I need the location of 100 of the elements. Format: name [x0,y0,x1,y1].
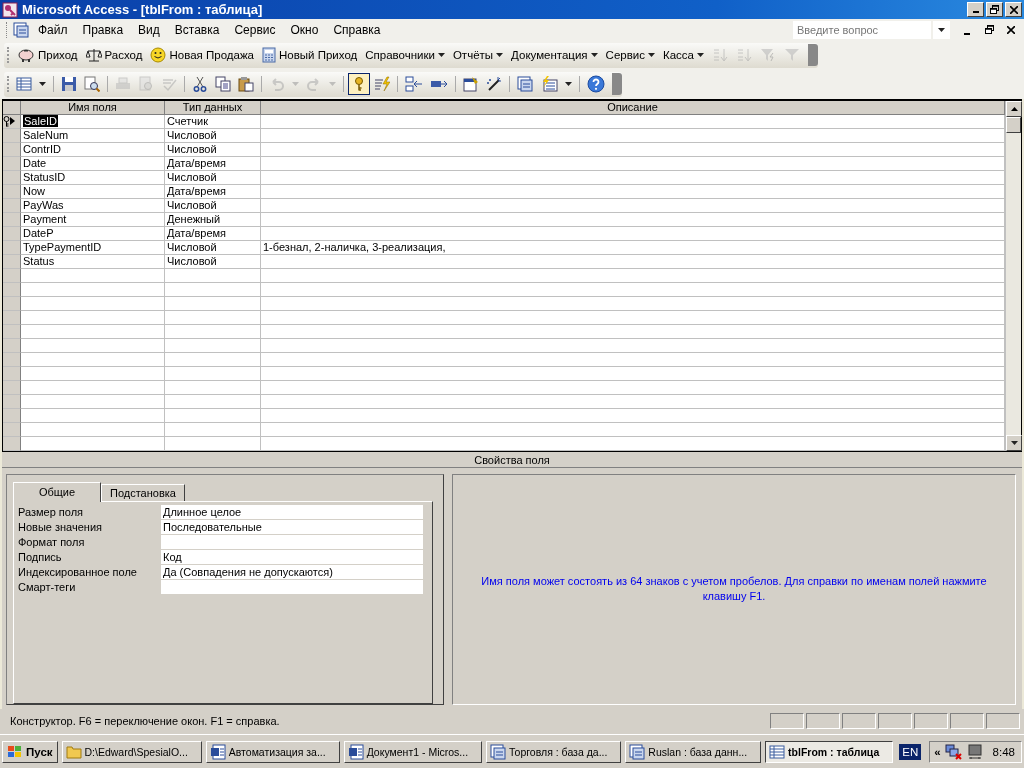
table-cell[interactable]: Числовой [165,170,261,185]
table-cell[interactable] [261,366,1005,381]
table-cell[interactable]: Числовой [165,128,261,143]
vertical-scrollbar[interactable] [1005,100,1021,451]
table-cell[interactable] [261,156,1005,171]
menu-item[interactable]: Справка [326,20,387,39]
table-cell[interactable]: PayWas [21,198,165,213]
table-cell[interactable]: Числовой [165,142,261,157]
table-cell[interactable] [21,436,165,451]
table-cell[interactable]: DateP [21,226,165,241]
taskbar-button[interactable]: Торговля : база да... [486,740,622,763]
taskbar-button[interactable]: tblFrom : таблица [765,740,894,763]
table-cell[interactable]: Числовой [165,240,261,255]
table-cell[interactable] [261,142,1005,157]
menu-item[interactable]: Правка [75,20,130,39]
menu-item[interactable]: Вставка [167,20,226,39]
table-cell[interactable] [261,380,1005,395]
table-cell[interactable] [21,394,165,409]
menu-item[interactable]: Сервис [227,20,282,39]
table-cell[interactable]: Счетчик [165,114,261,129]
table-cell[interactable] [165,324,261,339]
table-cell[interactable] [261,212,1005,227]
table-cell[interactable] [261,352,1005,367]
table-cell[interactable] [21,422,165,437]
table-cell[interactable] [165,408,261,423]
menu-item[interactable]: Вид [131,20,166,39]
table-cell[interactable] [261,128,1005,143]
property-value-field[interactable]: Длинное целое [161,504,423,520]
table-cell[interactable]: SaleID [21,114,165,129]
toolbar-menu[interactable]: Справочники [362,47,448,64]
table-cell[interactable] [261,114,1005,129]
table-cell[interactable] [165,380,261,395]
table-cell[interactable] [21,296,165,311]
table-cell[interactable]: TypePaymentID [21,240,165,255]
start-button[interactable]: Пуск [2,740,58,763]
table-cell[interactable] [165,366,261,381]
minimize-button[interactable] [967,2,984,18]
table-cell[interactable] [21,352,165,367]
taskbar-button[interactable]: Документ1 - Micros... [343,740,482,763]
table-cell[interactable] [165,422,261,437]
scroll-up-button[interactable] [1006,100,1022,117]
tray-expand-button[interactable]: « [934,745,941,758]
table-cell[interactable]: ContrID [21,142,165,157]
table-cell[interactable]: Денежный [165,212,261,227]
table-cell[interactable]: Числовой [165,198,261,213]
table-cell[interactable] [165,394,261,409]
table-cell[interactable] [165,436,261,451]
column-header[interactable]: Описание [261,100,1005,115]
taskbar-button[interactable]: Автоматизация за... [205,740,340,763]
table-cell[interactable] [261,422,1005,437]
toolbar-button[interactable] [348,73,370,96]
table-cell[interactable]: Status [21,254,165,269]
table-cell[interactable]: Payment [21,212,165,227]
table-cell[interactable] [165,268,261,283]
language-indicator[interactable]: EN [899,743,922,760]
table-cell[interactable]: Дата/время [165,184,261,199]
table-cell[interactable] [165,296,261,311]
table-cell[interactable] [21,268,165,283]
close-button[interactable] [1005,2,1022,18]
table-cell[interactable]: Дата/время [165,156,261,171]
taskbar-button[interactable]: Ruslan : база данн... [625,740,762,763]
table-cell[interactable]: SaleNum [21,128,165,143]
table-cell[interactable] [21,324,165,339]
table-cell[interactable]: Date [21,156,165,171]
help-search-field[interactable]: Введите вопрос [793,20,931,39]
table-cell[interactable] [165,338,261,353]
table-cell[interactable] [21,338,165,353]
table-cell[interactable] [21,408,165,423]
taskbar-button[interactable]: D:\Edward\SpesialO... [61,740,202,763]
toolbar-button[interactable]: Новая Продажа [147,45,257,66]
toolbar-menu[interactable]: Документация [508,47,601,64]
table-cell[interactable] [261,254,1005,269]
table-cell[interactable] [165,282,261,297]
table-cell[interactable] [261,324,1005,339]
tab[interactable]: Общие [13,481,101,502]
table-cell[interactable] [165,310,261,325]
toolbar-button[interactable]: Новый Приход [259,45,361,66]
table-cell[interactable] [21,282,165,297]
restore-button[interactable] [986,2,1003,18]
toolbar-menu[interactable]: Отчёты [449,47,507,64]
table-cell[interactable] [261,394,1005,409]
menu-item[interactable]: Файл [31,20,74,39]
table-cell[interactable] [261,282,1005,297]
menu-item[interactable]: Окно [283,20,325,39]
table-cell[interactable]: Now [21,184,165,199]
table-cell[interactable] [261,268,1005,283]
table-cell[interactable] [21,366,165,381]
toolbar-button[interactable]: Расход [82,45,146,66]
table-cell[interactable] [261,408,1005,423]
toolbar-menu[interactable]: Касса [660,47,707,64]
table-cell[interactable]: StatusID [21,170,165,185]
table-cell[interactable] [261,338,1005,353]
toolbar-menu[interactable]: Сервис [602,47,658,64]
table-cell[interactable]: 1-безнал, 2-наличка, 3-реализация, [261,240,1005,255]
table-cell[interactable] [21,380,165,395]
tab[interactable]: Подстановка [101,483,185,501]
table-cell[interactable] [261,198,1005,213]
column-header[interactable]: Имя поля [21,100,165,115]
table-cell[interactable] [165,352,261,367]
table-cell[interactable] [261,170,1005,185]
